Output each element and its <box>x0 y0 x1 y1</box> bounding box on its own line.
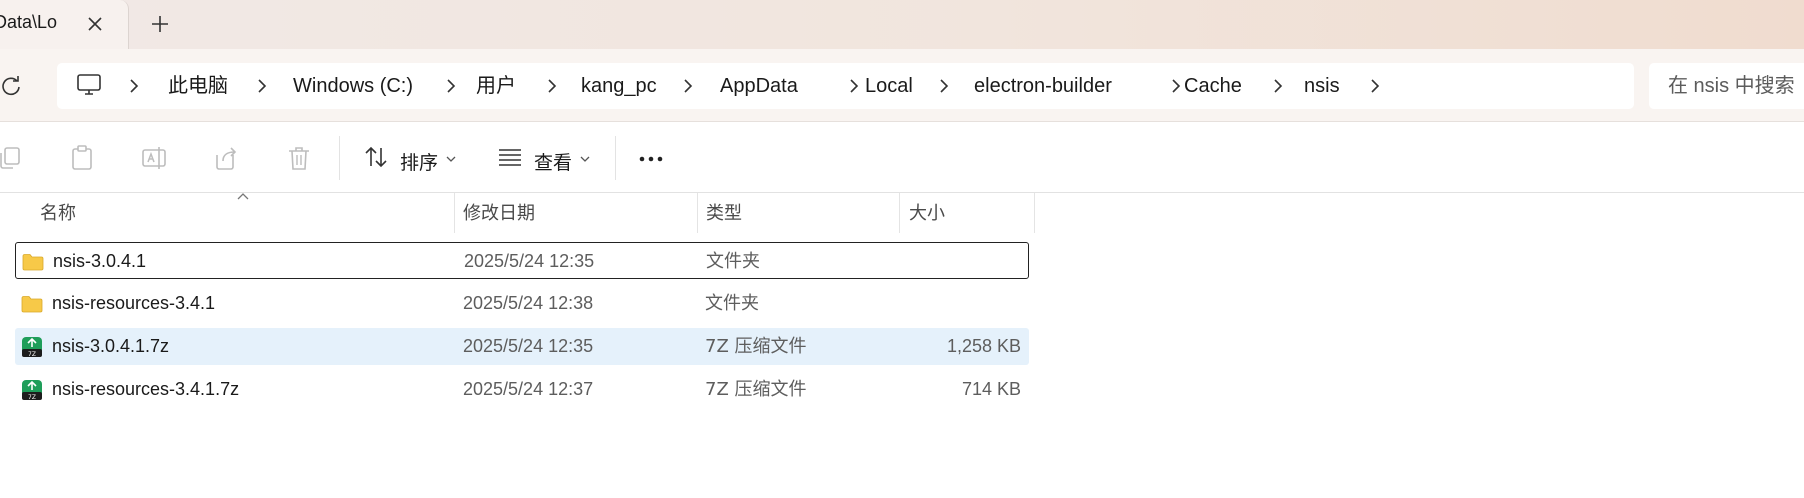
file-date: 2025/5/24 12:35 <box>463 336 594 356</box>
7z-archive-icon: 7Z <box>22 380 42 401</box>
file-name: nsis-resources-3.4.1 <box>52 293 216 313</box>
file-size: 714 KB <box>961 379 1021 399</box>
column-divider[interactable] <box>697 193 698 233</box>
more-icon[interactable] <box>637 144 665 172</box>
7z-archive-icon: 7Z <box>22 337 42 358</box>
column-header-name[interactable]: 名称 <box>40 199 76 229</box>
paste-icon[interactable] <box>68 144 96 172</box>
chevron-right-icon[interactable] <box>1169 78 1183 94</box>
sort-button[interactable]: 排序 <box>360 136 460 180</box>
sort-icon <box>365 146 387 168</box>
address-row: 此电脑 Windows (C:) 用户 kang_pc AppData Loca… <box>0 49 1804 122</box>
svg-text:7Z: 7Z <box>28 351 36 358</box>
active-tab[interactable]: Data\Lo <box>0 0 129 49</box>
tab-strip: Data\Lo <box>0 0 1804 49</box>
folder-icon <box>21 296 43 313</box>
address-bar[interactable]: 此电脑 Windows (C:) 用户 kang_pc AppData Loca… <box>57 63 1634 109</box>
column-divider[interactable] <box>1034 193 1035 233</box>
close-icon[interactable] <box>84 13 106 35</box>
file-type: 文件夹 <box>706 251 760 272</box>
file-row[interactable]: 7Z nsis-resources-3.4.1.7z 2025/5/24 12:… <box>15 371 1029 408</box>
chevron-down-icon <box>580 156 590 162</box>
column-header-size[interactable]: 大小 <box>909 199 945 229</box>
share-icon[interactable] <box>213 144 241 172</box>
file-date: 2025/5/24 12:37 <box>463 379 594 399</box>
breadcrumb-cache[interactable]: Cache <box>1184 63 1242 109</box>
column-header-date[interactable]: 修改日期 <box>463 199 535 229</box>
chevron-right-icon[interactable] <box>127 78 141 94</box>
chevron-right-icon[interactable] <box>681 78 695 94</box>
folder-icon <box>22 254 44 271</box>
file-date: 2025/5/24 12:38 <box>463 293 594 313</box>
toolbar-divider <box>615 136 616 180</box>
copy-icon[interactable] <box>0 144 24 172</box>
file-name: nsis-3.0.4.1.7z <box>52 336 170 356</box>
breadcrumb-windows-c[interactable]: Windows (C:) <box>293 63 413 109</box>
tab-title: Data\Lo <box>0 12 58 32</box>
chevron-right-icon[interactable] <box>444 78 458 94</box>
search-placeholder: 在 nsis 中搜索 <box>1668 75 1795 97</box>
file-size: 1,258 KB <box>946 336 1021 356</box>
rename-icon[interactable] <box>140 144 168 172</box>
view-label: 查看 <box>534 152 573 174</box>
toolbar-divider <box>339 136 340 180</box>
breadcrumb-local[interactable]: Local <box>865 63 913 109</box>
file-name: nsis-resources-3.4.1.7z <box>52 379 240 399</box>
refresh-icon[interactable] <box>0 75 22 97</box>
svg-text:7Z: 7Z <box>28 394 36 401</box>
breadcrumb-appdata[interactable]: AppData <box>720 63 798 109</box>
column-divider[interactable] <box>899 193 900 233</box>
chevron-right-icon[interactable] <box>937 78 951 94</box>
file-row[interactable]: 7Z nsis-3.0.4.1.7z 2025/5/24 12:35 7Z 压缩… <box>15 328 1029 365</box>
column-header-type[interactable]: 类型 <box>706 199 742 229</box>
plus-icon[interactable] <box>149 13 171 35</box>
breadcrumb-kang-pc[interactable]: kang_pc <box>581 63 657 109</box>
file-date: 2025/5/24 12:35 <box>464 251 595 271</box>
computer-icon[interactable] <box>76 73 102 97</box>
breadcrumb-nsis[interactable]: nsis <box>1304 63 1340 109</box>
file-type: 7Z 压缩文件 <box>705 336 807 357</box>
sort-label: 排序 <box>400 152 439 174</box>
view-button[interactable]: 查看 <box>494 136 594 180</box>
column-divider[interactable] <box>454 193 455 233</box>
file-type: 7Z 压缩文件 <box>705 379 807 400</box>
breadcrumb-electron-builder[interactable]: electron-builder <box>974 63 1112 109</box>
view-icon <box>499 149 521 166</box>
chevron-right-icon[interactable] <box>1271 78 1285 94</box>
file-row[interactable]: nsis-resources-3.4.1 2025/5/24 12:38 文件夹 <box>15 285 1029 322</box>
chevron-right-icon[interactable] <box>1368 78 1382 94</box>
command-bar: 排序 查看 <box>0 122 1804 193</box>
search-input[interactable]: 在 nsis 中搜索 <box>1649 63 1804 109</box>
sort-caret-icon <box>237 193 249 200</box>
chevron-right-icon[interactable] <box>545 78 559 94</box>
breadcrumb-this-pc[interactable]: 此电脑 <box>168 63 228 109</box>
delete-icon[interactable] <box>285 144 313 172</box>
breadcrumb-users[interactable]: 用户 <box>476 63 516 109</box>
chevron-down-icon <box>446 156 456 162</box>
file-row[interactable]: nsis-3.0.4.1 2025/5/24 12:35 文件夹 <box>15 242 1029 279</box>
file-name: nsis-3.0.4.1 <box>53 251 147 271</box>
chevron-right-icon[interactable] <box>847 78 861 94</box>
chevron-right-icon[interactable] <box>255 78 269 94</box>
file-type: 文件夹 <box>705 293 759 314</box>
